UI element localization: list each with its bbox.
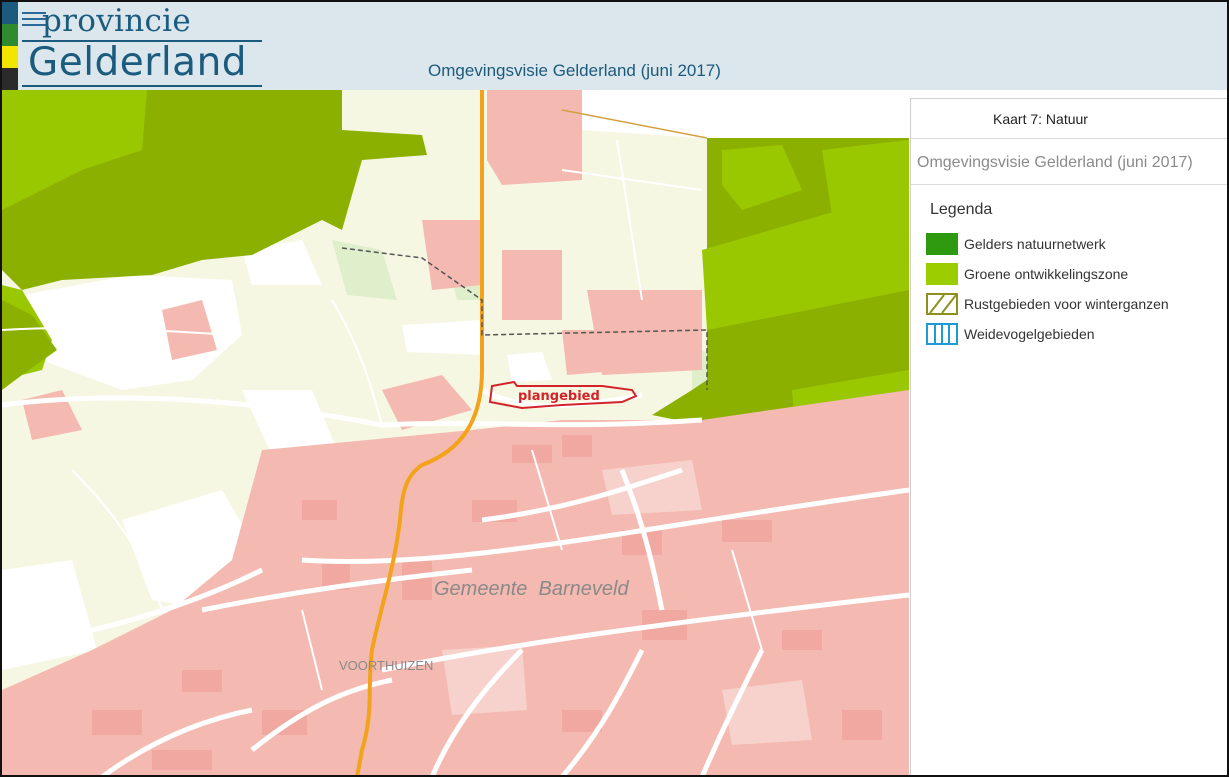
solid-swatch-icon [926, 263, 958, 285]
panel-subtitle: Omgevingsvisie Gelderland (juni 2017) [911, 139, 1227, 185]
color-stripe [2, 2, 18, 90]
legend-item-natuurnetwerk: Gelders natuurnetwerk [911, 233, 1227, 263]
vertical-lines-swatch-icon [926, 323, 958, 345]
logo-text-provincie: provincie [42, 3, 192, 39]
header: provincie Gelderland Omgevingsvisie Geld… [2, 2, 1227, 90]
map-canvas[interactable]: plangebied Gemeente Barneveld VOORTHUIZE… [2, 90, 909, 777]
map-name: Kaart 7: Natuur [911, 99, 1227, 139]
legend-label: Gelders natuurnetwerk [964, 236, 1106, 252]
municipality-label: Gemeente Barneveld [434, 578, 629, 600]
legend-panel: Kaart 7: Natuur Omgevingsvisie Gelderlan… [910, 98, 1227, 775]
map-view[interactable]: plangebied Gemeente Barneveld VOORTHUIZE… [2, 90, 909, 777]
legend-item-winterganzen: Rustgebieden voor winterganzen [911, 293, 1227, 323]
legend-label: Groene ontwikkelingszone [964, 266, 1129, 282]
legend-item-weidevogel: Weidevogelgebieden [911, 323, 1227, 353]
logo-text-gelderland: Gelderland [28, 40, 248, 85]
hatched-swatch-icon [926, 293, 958, 315]
logo-underline [22, 85, 262, 87]
solid-swatch-icon [926, 233, 958, 255]
app-title: Omgevingsvisie Gelderland (juni 2017) [428, 61, 721, 80]
town-label: VOORTHUIZEN [339, 658, 433, 673]
legend-title: Legenda [930, 201, 993, 218]
legend-label: Weidevogelgebieden [964, 326, 1095, 342]
legend-item-groene-zone: Groene ontwikkelingszone [911, 263, 1227, 293]
plan-area-label: plangebied [518, 389, 600, 404]
app-window: provincie Gelderland Omgevingsvisie Geld… [0, 0, 1229, 777]
legend-label: Rustgebieden voor winterganzen [964, 296, 1169, 312]
